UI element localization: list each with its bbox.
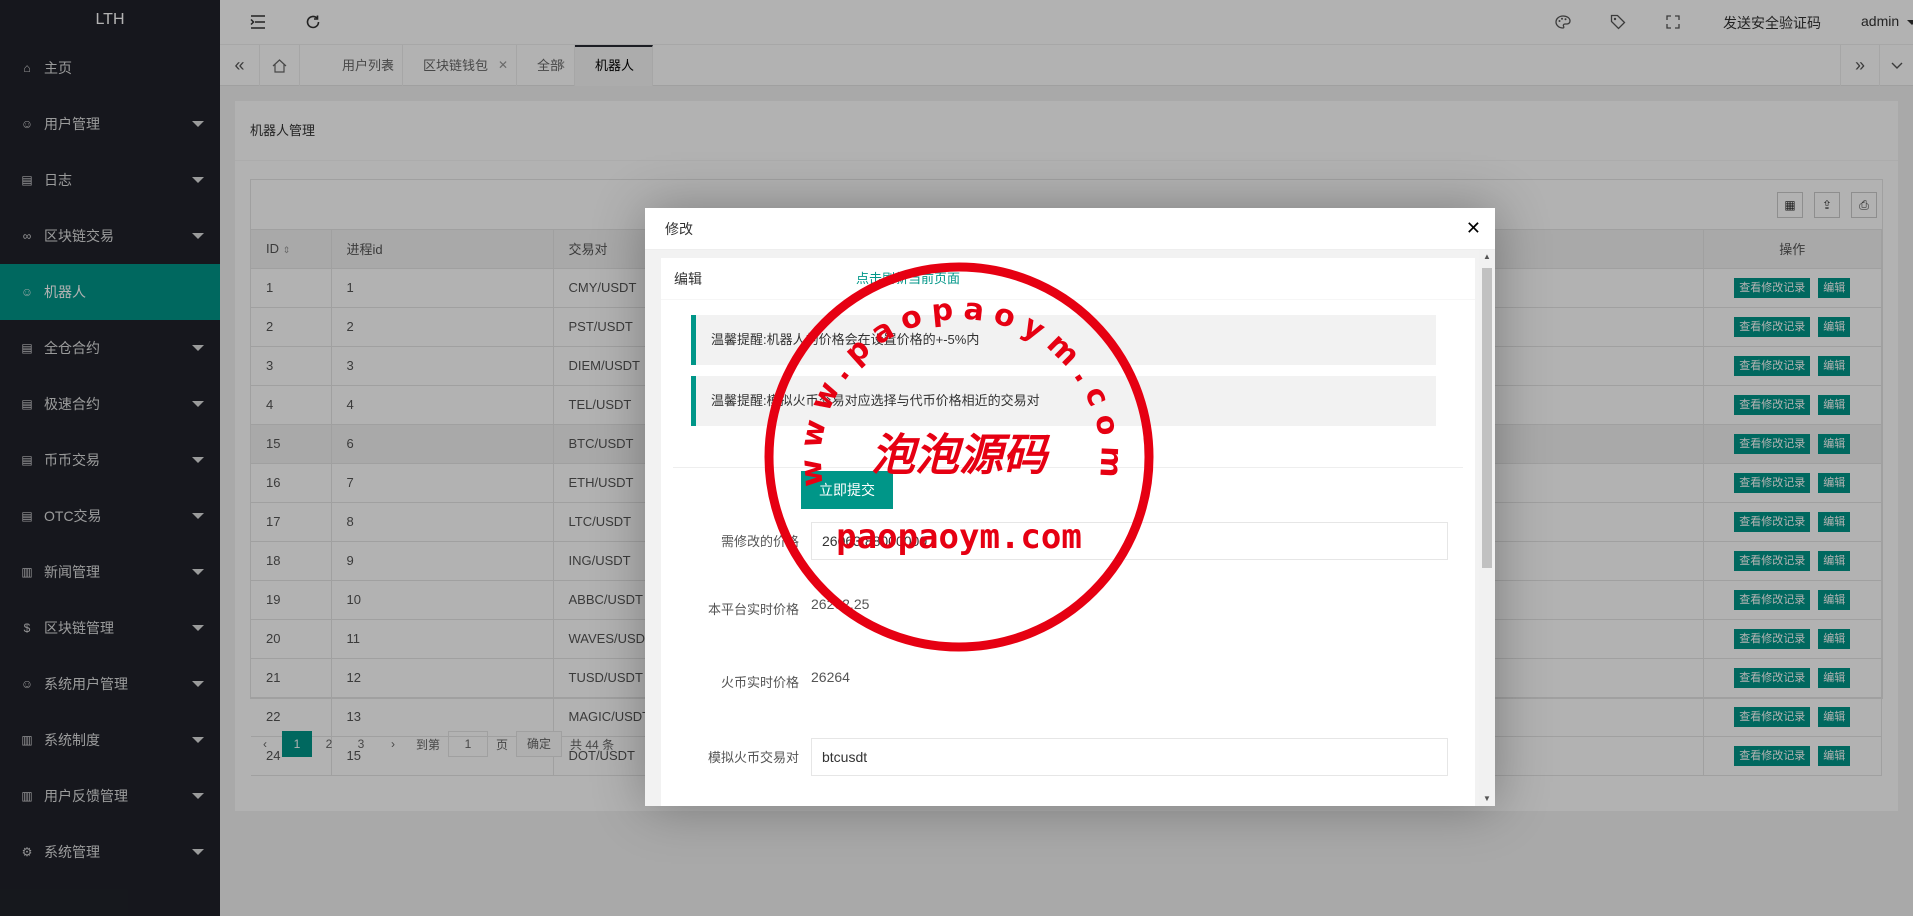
- tip-sim-pair: 温馨提醒:模拟火币交易对应选择与代币价格相近的交易对: [691, 376, 1436, 426]
- form-title: 编辑: [674, 271, 702, 287]
- sim-pair-label: 模拟火币交易对: [707, 750, 799, 765]
- scroll-down-icon[interactable]: ▼: [1483, 794, 1491, 803]
- modal-scrollbar[interactable]: ▲ ▼: [1479, 250, 1495, 806]
- target-price-label: 需修改的价格: [720, 534, 799, 549]
- scroll-up-icon[interactable]: ▲: [1483, 252, 1491, 261]
- edit-form-card: 编辑 点击刷新当前页面 温馨提醒:机器人的价格会在设置价格的+-5%内 温馨提醒…: [661, 258, 1475, 806]
- huobi-price-label: 火币实时价格: [720, 675, 799, 690]
- target-price-input[interactable]: 26063.88000000: [811, 522, 1448, 560]
- platform-price-label: 本平台实时价格: [707, 602, 799, 617]
- submit-button[interactable]: 立即提交: [801, 471, 893, 509]
- huobi-price-value: 26264: [811, 669, 850, 685]
- divider: [673, 467, 1463, 468]
- refresh-page-link[interactable]: 点击刷新当前页面: [856, 258, 960, 300]
- tip-price-range: 温馨提醒:机器人的价格会在设置价格的+-5%内: [691, 315, 1436, 365]
- edit-modal: 修改 ✕ 编辑 点击刷新当前页面 温馨提醒:机器人的价格会在设置价格的+-5%内…: [645, 208, 1495, 806]
- modal-title: 修改: [645, 208, 1495, 250]
- scroll-thumb[interactable]: [1482, 268, 1492, 568]
- form-header: 编辑 点击刷新当前页面: [661, 258, 1475, 300]
- modal-body: 编辑 点击刷新当前页面 温馨提醒:机器人的价格会在设置价格的+-5%内 温馨提醒…: [645, 250, 1495, 806]
- sim-pair-input[interactable]: btcusdt: [811, 738, 1448, 776]
- close-icon[interactable]: ✕: [1466, 218, 1481, 239]
- platform-price-value: 26262.25: [811, 596, 870, 612]
